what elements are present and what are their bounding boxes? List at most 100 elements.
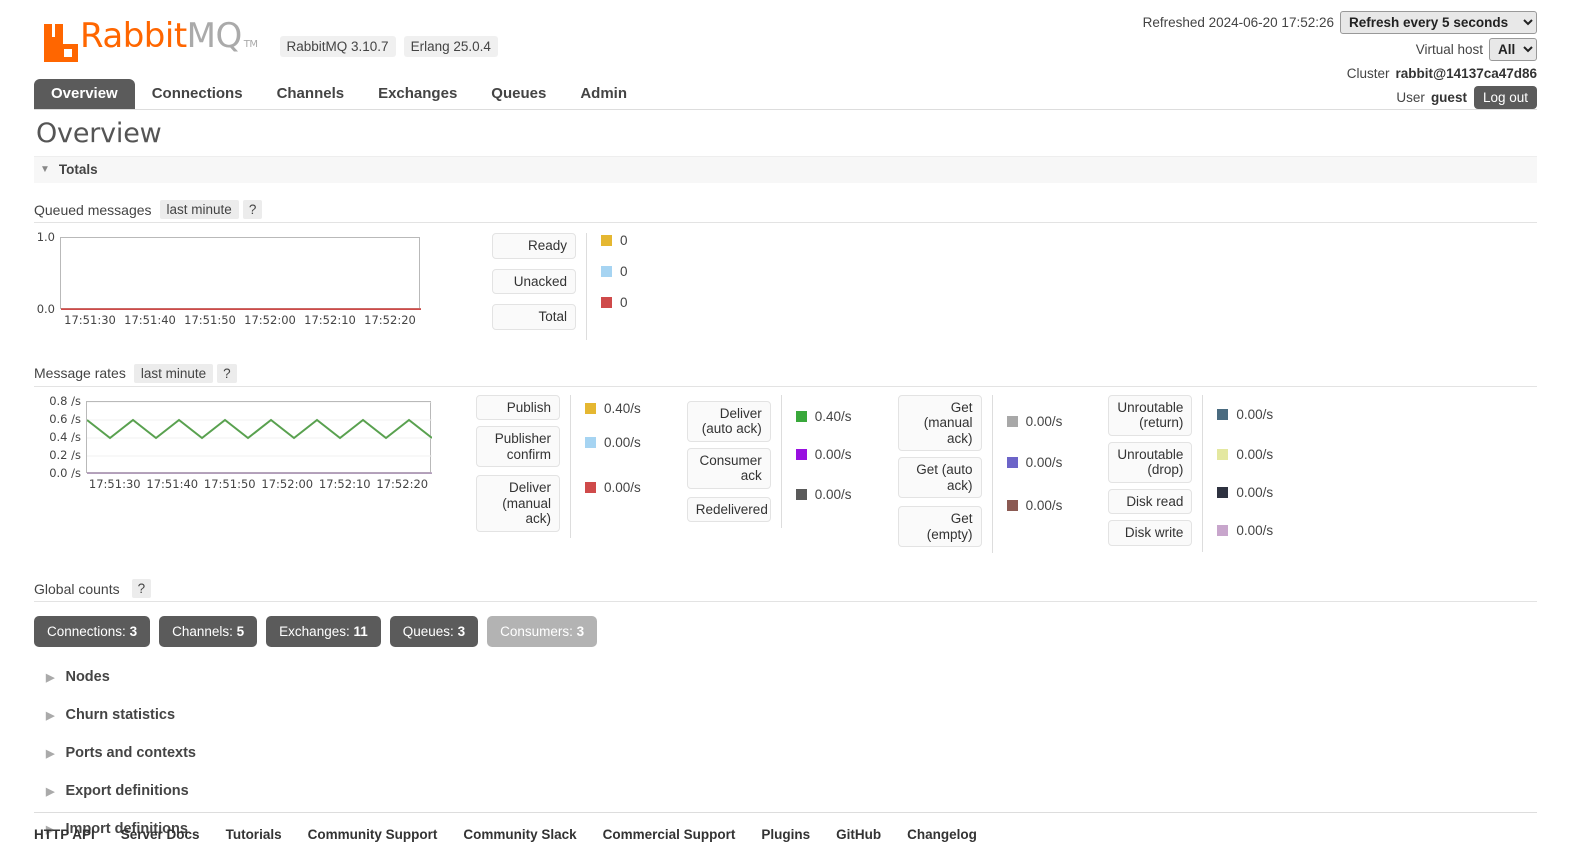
collapsible-churn-statistics[interactable]: ▶ Churn statistics — [34, 707, 1537, 723]
tab-admin[interactable]: Admin — [563, 79, 644, 109]
count-badge-label: Queues: — [402, 624, 454, 640]
legend-label[interactable]: Total — [492, 304, 576, 330]
triangle-right-icon: ▶ — [46, 747, 55, 760]
triangle-right-icon: ▶ — [46, 785, 55, 798]
plot-area — [86, 400, 432, 474]
global-counts-title: Global counts — [34, 580, 120, 597]
legend-value: 0.00/s — [1217, 485, 1273, 500]
vhost-select[interactable]: All/ — [1489, 37, 1537, 61]
legend-label[interactable]: Ready — [492, 233, 576, 259]
count-badge-value: 3 — [129, 624, 138, 640]
legend-value: 0 — [601, 233, 628, 248]
legend-label[interactable]: Get (auto ack) — [897, 457, 982, 499]
message-rates-period-chip[interactable]: last minute — [133, 363, 214, 383]
tab-overview[interactable]: Overview — [34, 79, 135, 109]
y-tick-label: 1.0 — [36, 230, 55, 244]
legend-label[interactable]: Publisher confirm — [476, 426, 560, 468]
legend-value: 0.00/s — [795, 447, 852, 462]
totals-section-header[interactable]: ▼ Totals — [34, 156, 1537, 183]
legend-value-text: 0.00/s — [1236, 446, 1274, 462]
legend-label[interactable]: Deliver (auto ack) — [686, 400, 771, 442]
footer-link-commercial-support[interactable]: Commercial Support — [603, 827, 736, 842]
footer-link-changelog[interactable]: Changelog — [907, 827, 977, 842]
footer-link-server-docs[interactable]: Server Docs — [121, 827, 200, 842]
queued-messages-legend: Ready Unacked Total 0 0 0 — [492, 233, 628, 340]
legend-value: 0.00/s — [1217, 407, 1273, 422]
count-badge-label: Channels: — [172, 624, 233, 640]
legend-label[interactable]: Publish — [476, 394, 560, 421]
legend-swatch-icon — [585, 402, 596, 414]
rabbit-logo-icon — [44, 24, 78, 62]
count-badge-channels[interactable]: Channels: 5 — [159, 616, 258, 648]
collapsible-label: Export definitions — [65, 783, 189, 800]
footer-link-community-support[interactable]: Community Support — [308, 827, 438, 842]
x-tick-label: 17:52:10 — [318, 476, 371, 491]
legend-value-text: 0.00/s — [604, 479, 641, 495]
plot-area — [60, 237, 421, 310]
legend-label[interactable]: Get (empty) — [897, 506, 982, 548]
count-badge-exchanges[interactable]: Exchanges: 11 — [266, 616, 381, 648]
server-version-pill: RabbitMQ 3.10.7 — [279, 36, 396, 57]
legend-label[interactable]: Get (manual ack) — [897, 394, 982, 452]
legend-value-text: 0 — [620, 233, 628, 248]
count-badge-value: 11 — [353, 624, 368, 640]
totals-section-label: Totals — [58, 162, 98, 177]
footer-link-community-slack[interactable]: Community Slack — [463, 827, 576, 842]
queued-messages-chart-row: 0.0 1.0 17:51:30 17:51:40 17:51:50 17:52:00 17… — [34, 230, 1537, 340]
x-tick-label: 17:52:20 — [364, 313, 416, 327]
legend-swatch-icon — [1217, 408, 1229, 420]
collapsible-export-definitions[interactable]: ▶ Export definitions — [34, 783, 1537, 799]
footer-link-github[interactable]: GitHub — [836, 827, 881, 842]
legend-value: 0.40/s — [585, 401, 641, 416]
erlang-version-pill: Erlang 25.0.4 — [403, 36, 498, 57]
main-content: Overview ▼ Totals Queued messages last m… — [34, 118, 1537, 837]
legend-value-text: 0.00/s — [1236, 522, 1274, 538]
tab-exchanges[interactable]: Exchanges — [361, 79, 474, 109]
footer-link-plugins[interactable]: Plugins — [761, 827, 810, 842]
legend-swatch-icon — [601, 266, 612, 277]
legend-label[interactable]: Unroutable (return) — [1108, 394, 1193, 436]
legend-label[interactable]: Unacked — [492, 268, 576, 295]
legend-label[interactable]: Consumer ack — [686, 447, 771, 489]
footer-link-tutorials[interactable]: Tutorials — [226, 827, 282, 842]
legend-swatch-icon — [1006, 499, 1018, 511]
legend-value: 0.00/s — [1217, 523, 1273, 538]
logo-text-rabbit: Rabbit — [80, 16, 187, 56]
legend-swatch-icon — [1006, 456, 1018, 468]
count-badge-connections[interactable]: Connections: 3 — [34, 616, 151, 648]
logo-text-mq: MQ — [186, 16, 243, 56]
global-counts-help-icon[interactable]: ? — [131, 579, 152, 599]
tab-queues[interactable]: Queues — [474, 79, 563, 109]
count-badge-label: Exchanges: — [279, 624, 350, 640]
legend-value: 0 — [601, 264, 628, 279]
y-axis: 0.0 /s 0.2 /s 0.4 /s 0.6 /s 0.8 /s — [34, 394, 81, 480]
footer-link-http-api[interactable]: HTTP API — [34, 827, 95, 842]
legend-swatch-icon — [1217, 448, 1229, 460]
legend-label[interactable]: Redelivered — [686, 496, 771, 523]
legend-label[interactable]: Disk read — [1108, 488, 1193, 515]
refresh-interval-select[interactable]: Refresh every 5 secondsRefresh every 10 … — [1340, 10, 1537, 34]
collapsible-label: Churn statistics — [65, 707, 176, 724]
x-tick-label: 17:51:50 — [203, 476, 256, 491]
message-rates-help-icon[interactable]: ? — [217, 363, 237, 383]
collapsible-label: Nodes — [65, 669, 110, 686]
tab-channels[interactable]: Channels — [260, 79, 362, 109]
count-badge-label: Consumers: — [500, 624, 573, 640]
collapsible-nodes[interactable]: ▶ Nodes — [34, 669, 1537, 685]
legend-label[interactable]: Disk write — [1108, 520, 1193, 546]
tab-connections[interactable]: Connections — [135, 79, 260, 109]
legend-value: 0.40/s — [795, 408, 852, 424]
legend-swatch-icon — [1217, 486, 1229, 498]
legend-value-text: 0.40/s — [814, 408, 852, 424]
queued-messages-period-chip[interactable]: last minute — [159, 200, 239, 219]
y-tick-label: 0.2 /s — [49, 447, 81, 462]
legend-label[interactable]: Deliver (manual ack) — [476, 475, 560, 532]
count-badge-queues[interactable]: Queues: 3 — [389, 616, 479, 648]
legend-label[interactable]: Unroutable (drop) — [1108, 441, 1193, 483]
logo-trademark: TM — [243, 39, 258, 50]
collapsible-ports-and-contexts[interactable]: ▶ Ports and contexts — [34, 745, 1537, 761]
brand-logo[interactable]: RabbitMQ TM RabbitMQ 3.10.7 Erlang 25.0.4 — [44, 19, 498, 62]
message-rates-chart: 0.0 /s 0.2 /s 0.4 /s 0.6 /s 0.8 /s 17:51:30 17… — [34, 394, 454, 499]
legend-swatch-icon — [601, 235, 612, 246]
queued-messages-help-icon[interactable]: ? — [242, 200, 263, 219]
